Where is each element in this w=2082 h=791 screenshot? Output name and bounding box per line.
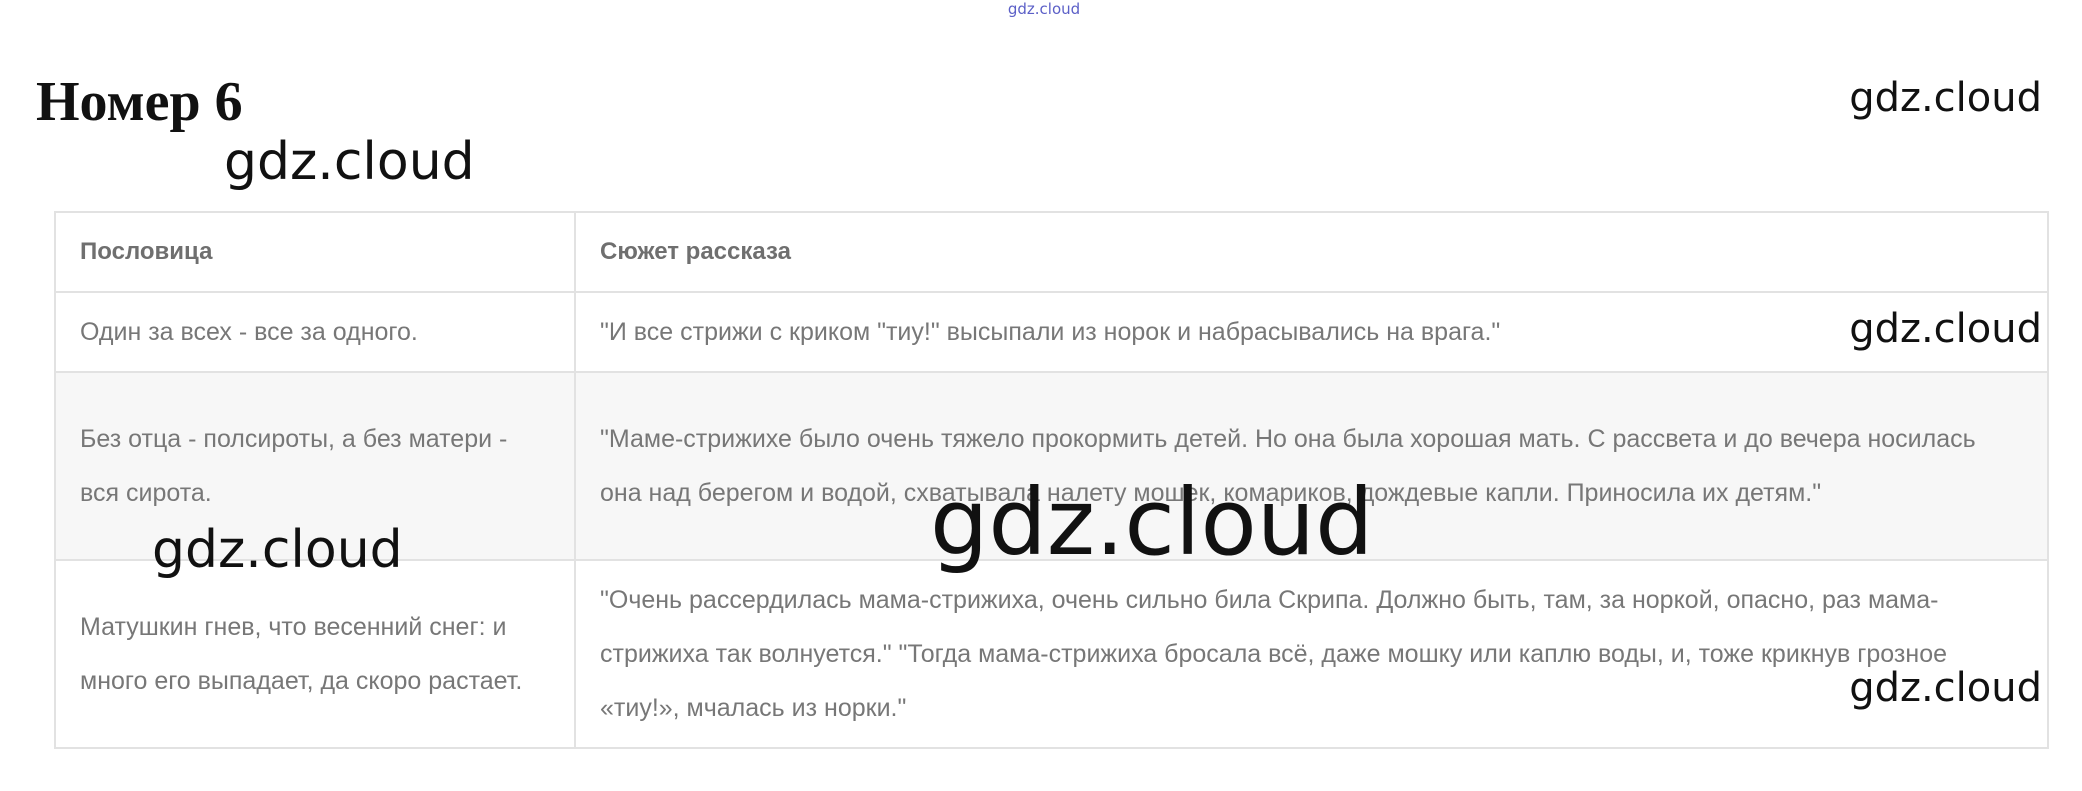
watermark-text: gdz.cloud — [1849, 75, 2042, 121]
proverb-cell: Один за всех - все за одного. — [54, 291, 576, 373]
table-header-row: Пословица Сюжет рассказа — [54, 211, 2049, 293]
table-row: Один за всех - все за одного. "И все стр… — [54, 291, 2049, 373]
proverb-cell: Матушкин гнев, что весенний снег: и мног… — [54, 559, 576, 749]
watermark-text: gdz.cloud — [1849, 306, 2042, 352]
plot-cell: "Очень рассердилась мама-стрижиха, очень… — [574, 559, 2049, 749]
column-header-proverb: Пословица — [54, 211, 576, 293]
site-link-top[interactable]: gdz.cloud — [1000, 0, 1088, 18]
watermark-text: gdz.cloud — [152, 520, 403, 580]
watermark-text: gdz.cloud — [1849, 665, 2042, 711]
table-row: Матушкин гнев, что весенний снег: и мног… — [54, 559, 2049, 749]
page-title: Номер 6 — [36, 71, 243, 133]
plot-cell: "И все стрижи с криком "тиу!" высыпали и… — [574, 291, 2049, 373]
column-header-plot: Сюжет рассказа — [574, 211, 2049, 293]
watermark-text: gdz.cloud — [930, 469, 1374, 576]
watermark-text: gdz.cloud — [224, 132, 475, 192]
